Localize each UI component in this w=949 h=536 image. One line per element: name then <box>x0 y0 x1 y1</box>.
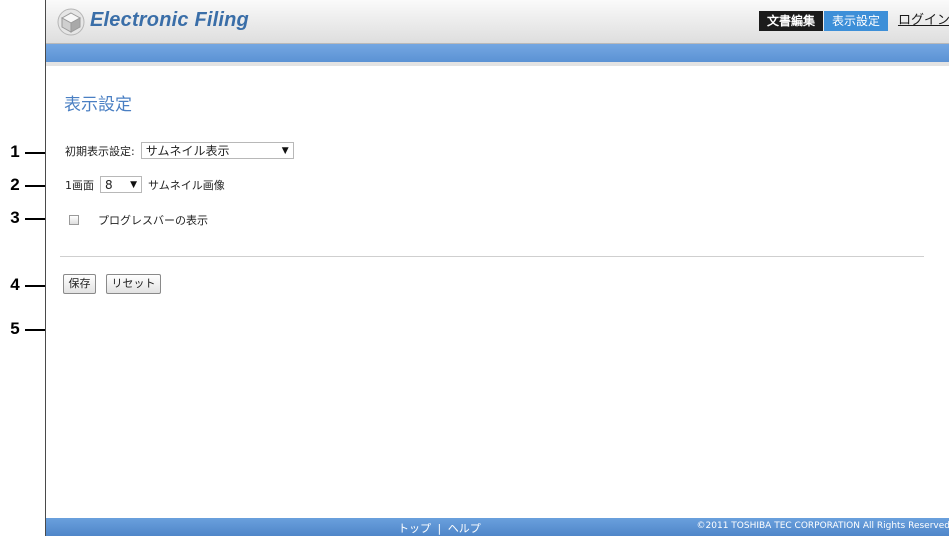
initial-view-value: サムネイル表示 <box>145 144 230 158</box>
per-page-label: 1画面 <box>65 178 94 192</box>
initial-view-select[interactable]: サムネイル表示 ▼ <box>140 142 294 159</box>
initial-view-row: 初期表示設定: サムネイル表示 ▼ <box>65 142 294 159</box>
cube-logo-icon <box>57 8 85 36</box>
footer-help-link[interactable]: ヘルプ <box>448 522 481 535</box>
progress-bar-label: プログレスバーの表示 <box>98 214 208 227</box>
footer-separator: | <box>437 522 442 535</box>
nav-document-edit[interactable]: 文書編集 <box>758 11 823 31</box>
initial-view-label: 初期表示設定: <box>65 144 135 158</box>
progress-bar-checkbox[interactable] <box>69 215 79 225</box>
header: Electronic Filing 文書編集 表示設定 ログイン <box>46 0 949 44</box>
callout-4: 4 <box>10 275 20 294</box>
callout-3: 3 <box>10 208 20 227</box>
footer-links: トップ | ヘルプ <box>398 520 481 536</box>
app-title: Electronic Filing <box>90 9 249 31</box>
footer-top-link[interactable]: トップ <box>398 522 431 535</box>
chevron-down-icon: ▼ <box>281 145 289 156</box>
nav-display-settings[interactable]: 表示設定 <box>823 11 888 31</box>
nav-login-link[interactable]: ログイン <box>888 11 949 31</box>
per-page-suffix: サムネイル画像 <box>148 178 225 192</box>
copyright: ©2011 TOSHIBA TEC CORPORATION All Rights… <box>696 521 949 531</box>
menu-bar <box>46 44 949 66</box>
save-button[interactable]: 保存 <box>63 274 96 294</box>
page-title: 表示設定 <box>64 95 132 115</box>
footer: トップ | ヘルプ ©2011 TOSHIBA TEC CORPORATION … <box>46 518 949 536</box>
progress-row: プログレスバーの表示 <box>69 212 208 228</box>
callout-1: 1 <box>10 142 20 161</box>
callout-5: 5 <box>10 319 20 338</box>
per-page-value: 8 <box>105 177 113 192</box>
per-page-row: 1画面 8 ▼ サムネイル画像 <box>65 176 225 193</box>
reset-button[interactable]: リセット <box>106 274 161 294</box>
callout-2: 2 <box>10 175 20 194</box>
app-window: Electronic Filing 文書編集 表示設定 ログイン 表示設定 初期… <box>45 0 949 536</box>
per-page-select[interactable]: 8 ▼ <box>100 176 142 193</box>
divider <box>60 256 924 257</box>
chevron-down-icon: ▼ <box>130 179 137 190</box>
top-nav: 文書編集 表示設定 ログイン <box>758 11 949 31</box>
